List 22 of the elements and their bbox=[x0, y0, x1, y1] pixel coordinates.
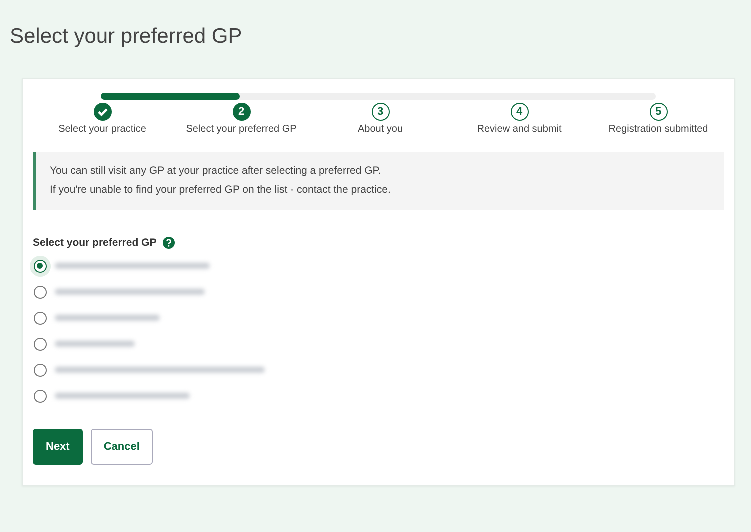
step-number: 5 bbox=[650, 103, 668, 121]
check-icon bbox=[94, 103, 112, 121]
page-title: Select your preferred GP bbox=[10, 24, 242, 50]
step-label: Select your practice bbox=[58, 124, 148, 136]
step-label: Select your preferred GP bbox=[186, 124, 298, 136]
step-label: Registration submitted bbox=[608, 124, 710, 136]
radio-button[interactable] bbox=[34, 390, 47, 402]
step-number: 4 bbox=[510, 103, 528, 121]
radio-button[interactable] bbox=[34, 286, 47, 298]
step-label: About you bbox=[356, 124, 404, 136]
info-text: You can still visit any GP at your practice after selecting a preferred GP. bbox=[50, 164, 382, 179]
info-text: If you're unable to find your preferred GP on the list - contact the practice. bbox=[50, 183, 391, 198]
step-number: 3 bbox=[372, 103, 390, 121]
cancel-button[interactable]: Cancel bbox=[90, 429, 153, 465]
step-number: 2 bbox=[232, 103, 250, 121]
help-icon[interactable] bbox=[162, 237, 175, 249]
radio-button[interactable] bbox=[34, 312, 47, 324]
radio-button[interactable] bbox=[34, 338, 47, 350]
step-label: Review and submit bbox=[476, 124, 563, 136]
next-button[interactable]: Next bbox=[33, 429, 83, 465]
field-label: Select your preferred GP bbox=[33, 237, 157, 249]
radio-button[interactable] bbox=[34, 364, 47, 376]
